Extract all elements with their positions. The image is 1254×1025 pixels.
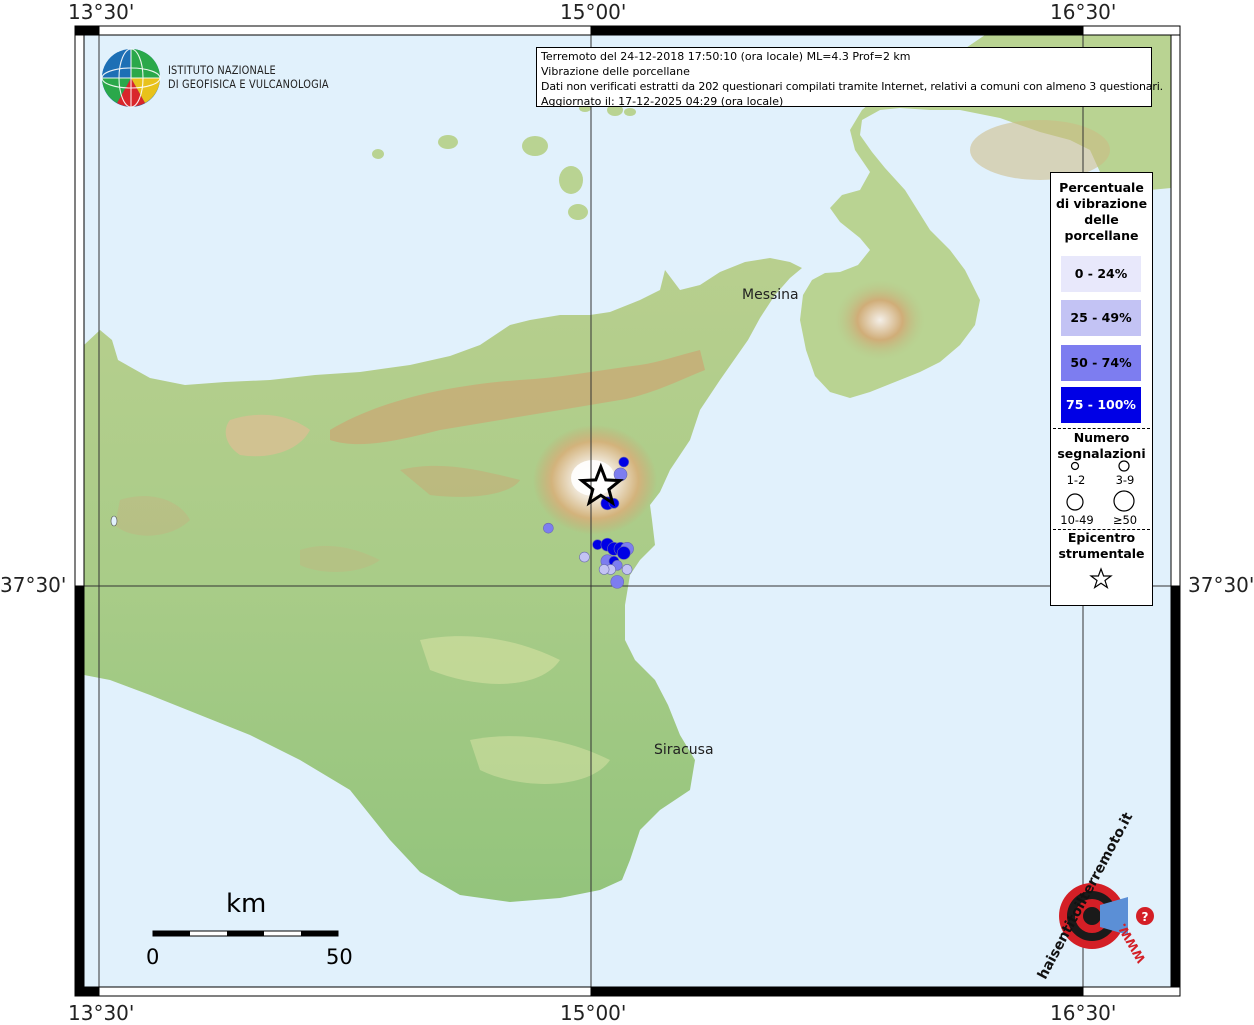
legend-title-line: porcellane [1064,228,1139,243]
lon-label-bottom-2: 15°00' [560,1001,627,1025]
ingv-logo-line2: DI GEOFISICA E VULCANOLOGIA [168,77,329,91]
intensity-marker [579,551,590,563]
event-info-line1: Terremoto del 24-12-2018 17:50:10 (ora l… [541,50,911,63]
legend-title-line: di vibrazione [1055,196,1148,211]
scale-bar [152,930,339,937]
legend-panel: Percentuale di vibrazione delle porcella… [1050,172,1153,606]
ingv-globe-icon [101,48,161,108]
intensity-marker [618,456,630,468]
event-info-line3: Dati non verificati estratti da 202 ques… [541,80,1163,93]
event-info-line4: Aggiornato il: 17-12-2025 04:29 (ora loc… [541,95,784,108]
ingv-logo-line1: ISTITUTO NAZIONALE [168,63,276,77]
haisentito-brand-text: haisentitoilterremoto.it WWW. [1035,810,1158,982]
legend-class-1: 25 - 49% [1061,300,1141,336]
event-info-line2: Vibrazione delle porcellane [541,65,690,78]
lat-label-right: 37°30' [1188,573,1254,597]
lat-label-left: 37°30' [0,573,67,597]
intensity-marker [621,564,633,575]
lon-label-top-3: 16°30' [1050,0,1117,24]
place-label-siracusa: Siracusa [654,742,714,758]
legend-separator [1053,428,1150,429]
ingv-logo-text: ISTITUTO NAZIONALE DI GEOFISICA E VULCAN… [168,63,329,91]
legend-title: Percentuale di vibrazione delle porcella… [1051,180,1152,244]
sila [970,120,1110,180]
legend-size-circles [1066,460,1135,512]
intensity-marker [598,564,610,575]
legend-count-3-9: 3-9 [1115,473,1135,487]
legend-count-title-line: Numero [1073,430,1130,445]
lon-label-bottom-3: 16°30' [1050,1001,1117,1025]
place-label-messina: Messina [742,287,799,303]
scale-min: 0 [146,945,160,969]
legend-epicenter-title-line: Epicentro [1067,530,1136,545]
lon-label-top-1: 13°30' [68,0,135,24]
legend-epicenter-star-icon [1089,567,1113,589]
legend-title-line: delle [1084,212,1119,227]
scale-max: 50 [326,945,353,969]
aspromonte [835,280,925,360]
haisentito-brand-label: haisentitoilterremoto.it [1034,810,1137,982]
legend-class-0: 0 - 24% [1061,256,1141,292]
event-info-box: Terremoto del 24-12-2018 17:50:10 (ora l… [536,47,1163,108]
legend-count-10-49: 10-49 [1060,513,1094,527]
intensity-marker [543,522,554,534]
legend-count-50plus: ≥50 [1112,513,1138,527]
lon-label-bottom-1: 13°30' [68,1001,135,1025]
scale-unit: km [226,889,267,919]
legend-class-3: 75 - 100% [1061,387,1141,423]
legend-count-1-2: 1-2 [1066,473,1086,487]
legend-class-2: 50 - 74% [1061,345,1141,381]
legend-epicenter-title: Epicentro strumentale [1051,530,1152,562]
legend-title-line: Percentuale [1059,180,1144,195]
lon-label-top-2: 15°00' [560,0,627,24]
legend-epicenter-title-line: strumentale [1058,546,1145,561]
intensity-marker [610,575,625,589]
haisentito-brand-www: WWW. [1114,920,1149,966]
intensity-marker [616,546,631,560]
